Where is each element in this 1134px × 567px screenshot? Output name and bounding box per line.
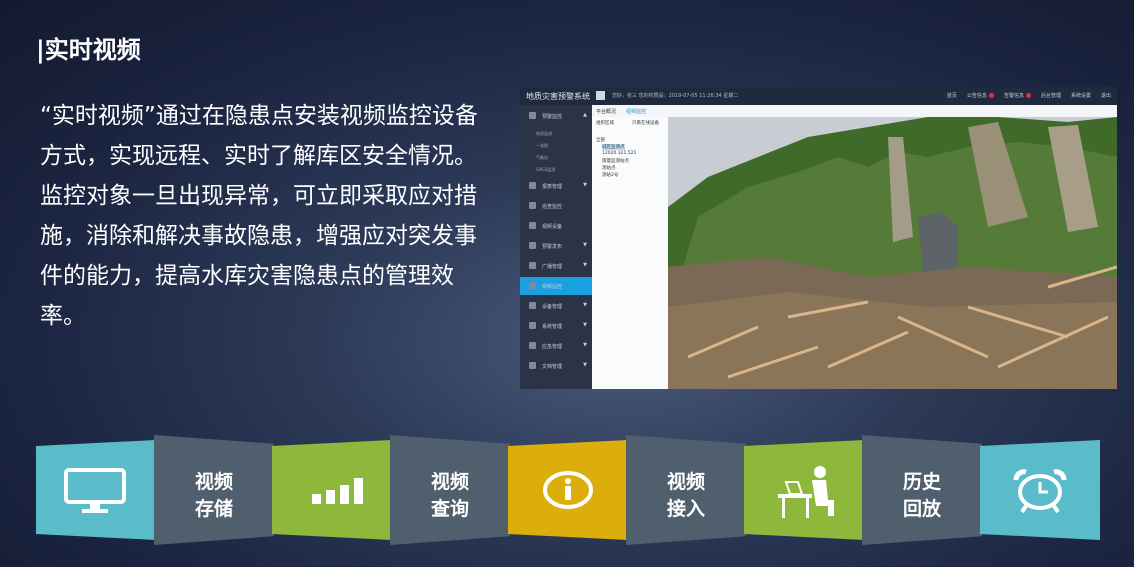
video-feed-landslide-image <box>668 117 1117 389</box>
user-info: 您好，张三 您的权限是：2019-07-05 11:26:34 星期二 <box>612 93 739 99</box>
top-link-logout[interactable]: 退出 <box>1101 92 1111 99</box>
publish-icon <box>529 242 536 249</box>
sidebar-item[interactable]: 预警发布 ▼ <box>520 237 592 255</box>
app-brand: 地质灾害预警系统 <box>526 92 590 101</box>
video-icon <box>529 282 536 289</box>
alarm-badge <box>1025 93 1031 98</box>
sidebar-item[interactable]: 报表管理 ▼ <box>520 177 592 195</box>
tile-label-3b: 接入 <box>666 498 705 520</box>
page-title: |实时视频 <box>36 36 141 64</box>
tree-node[interactable]: 12020.321.521 <box>602 151 636 156</box>
tile-label-3a: 视频 <box>666 471 705 493</box>
notice-badge <box>988 93 994 98</box>
tile-alarm <box>980 440 1100 540</box>
app-sidebar: 预警监控 ▲ 地质监测 一张图 气象站 GNSS监测 报表管理 ▼ 巡查监控 视频设… <box>520 105 592 389</box>
sidebar-item[interactable]: 广播管理 ▼ <box>520 257 592 275</box>
tab-video[interactable]: 视频监控 <box>626 108 646 115</box>
tile-video-access: 视频 接入 <box>626 435 746 545</box>
tile-info <box>508 440 628 540</box>
top-link-settings[interactable]: 系统设置 <box>1071 92 1091 99</box>
system-screenshot: 地质灾害预警系统 您好，张三 您的权限是：2019-07-05 11:26:34… <box>520 87 1117 389</box>
tile-label-1b: 存储 <box>194 498 233 520</box>
online-filter[interactable]: 只看在线设备 <box>632 120 659 126</box>
tile-label-2b: 查询 <box>430 498 469 520</box>
system-icon <box>529 322 536 329</box>
sidebar-item[interactable]: 巡查监控 <box>520 197 592 215</box>
body-text: “实时视频”通过在隐患点安装视频监控设备方式，实现远程、实时了解库区安全情况。监… <box>40 103 478 329</box>
feature-strip: 视频存储 视频查询 视频接入 历史回放 <box>0 430 1134 555</box>
app-topbar: 地质灾害预警系统 您好，张三 您的权限是：2019-07-05 11:26:34… <box>520 87 1117 105</box>
top-link-alarm[interactable]: 告警信息 <box>1004 92 1031 99</box>
tree-node[interactable]: 测站2号 <box>602 172 618 178</box>
monitor-icon <box>64 468 126 513</box>
sidebar-sub-item[interactable]: 气象站 <box>536 155 548 161</box>
sidebar-item[interactable]: 设备管理 ▼ <box>520 297 592 315</box>
sidebar-item[interactable]: 文档管理 ▼ <box>520 357 592 375</box>
top-links: 首页 公告信息 告警信息 后台管理 系统设置 退出 <box>947 92 1111 99</box>
grid-icon <box>596 91 605 100</box>
tab-overview[interactable]: 平台概况 <box>596 108 616 115</box>
document-icon <box>529 362 536 369</box>
tile-video-query: 视频 查询 <box>390 435 510 545</box>
tile-label-1a: 视频 <box>194 471 233 493</box>
broadcast-icon <box>529 262 536 269</box>
info-icon <box>543 471 593 509</box>
report-icon <box>529 182 536 189</box>
sidebar-item[interactable]: 视频设备 <box>520 217 592 235</box>
sidebar-item-video-active[interactable]: 视频监控 <box>520 277 592 295</box>
sidebar-item-warning[interactable]: 预警监控 ▲ <box>520 107 592 125</box>
sidebar-item[interactable]: 系统管理 ▼ <box>520 317 592 335</box>
tile-video-storage: 视频 存储 <box>154 435 274 545</box>
device-icon <box>529 302 536 309</box>
device-tree: 组织区域 只看在线设备 全部 城区监测点 12020.321.521 雨量监测站… <box>592 117 668 389</box>
tile-label-4a: 历史 <box>902 471 941 493</box>
tile-bars <box>272 440 392 540</box>
shield-icon <box>529 112 536 119</box>
alarm-clock-icon <box>1013 469 1067 514</box>
tree-node[interactable]: 雨量监测站点 <box>602 158 629 164</box>
sidebar-sub-item[interactable]: 地质监测 <box>536 131 552 137</box>
person-at-desk-icon <box>778 466 834 518</box>
tile-monitor <box>36 440 156 540</box>
tree-node[interactable]: 测站点 <box>602 165 616 171</box>
top-link-admin[interactable]: 后台管理 <box>1041 92 1061 99</box>
tile-history-playback: 历史 回放 <box>862 435 982 545</box>
tile-label-2a: 视频 <box>430 471 469 493</box>
tree-header: 组织区域 <box>596 121 614 126</box>
camera-icon <box>529 222 536 229</box>
sidebar-item[interactable]: 应急管理 ▼ <box>520 337 592 355</box>
top-link-home[interactable]: 首页 <box>947 92 957 99</box>
tile-person <box>744 440 864 540</box>
tile-label-4b: 回放 <box>902 498 941 520</box>
emergency-icon <box>529 342 536 349</box>
tree-node[interactable]: 全部 <box>596 137 605 143</box>
sidebar-sub-item[interactable]: GNSS监测 <box>536 167 555 173</box>
sidebar-sub-item[interactable]: 一张图 <box>536 143 548 149</box>
bar-chart-icon <box>312 478 363 504</box>
top-link-notice[interactable]: 公告信息 <box>967 92 994 99</box>
tree-node-selected[interactable]: 城区监测点 <box>602 144 625 150</box>
patrol-icon <box>529 202 536 209</box>
